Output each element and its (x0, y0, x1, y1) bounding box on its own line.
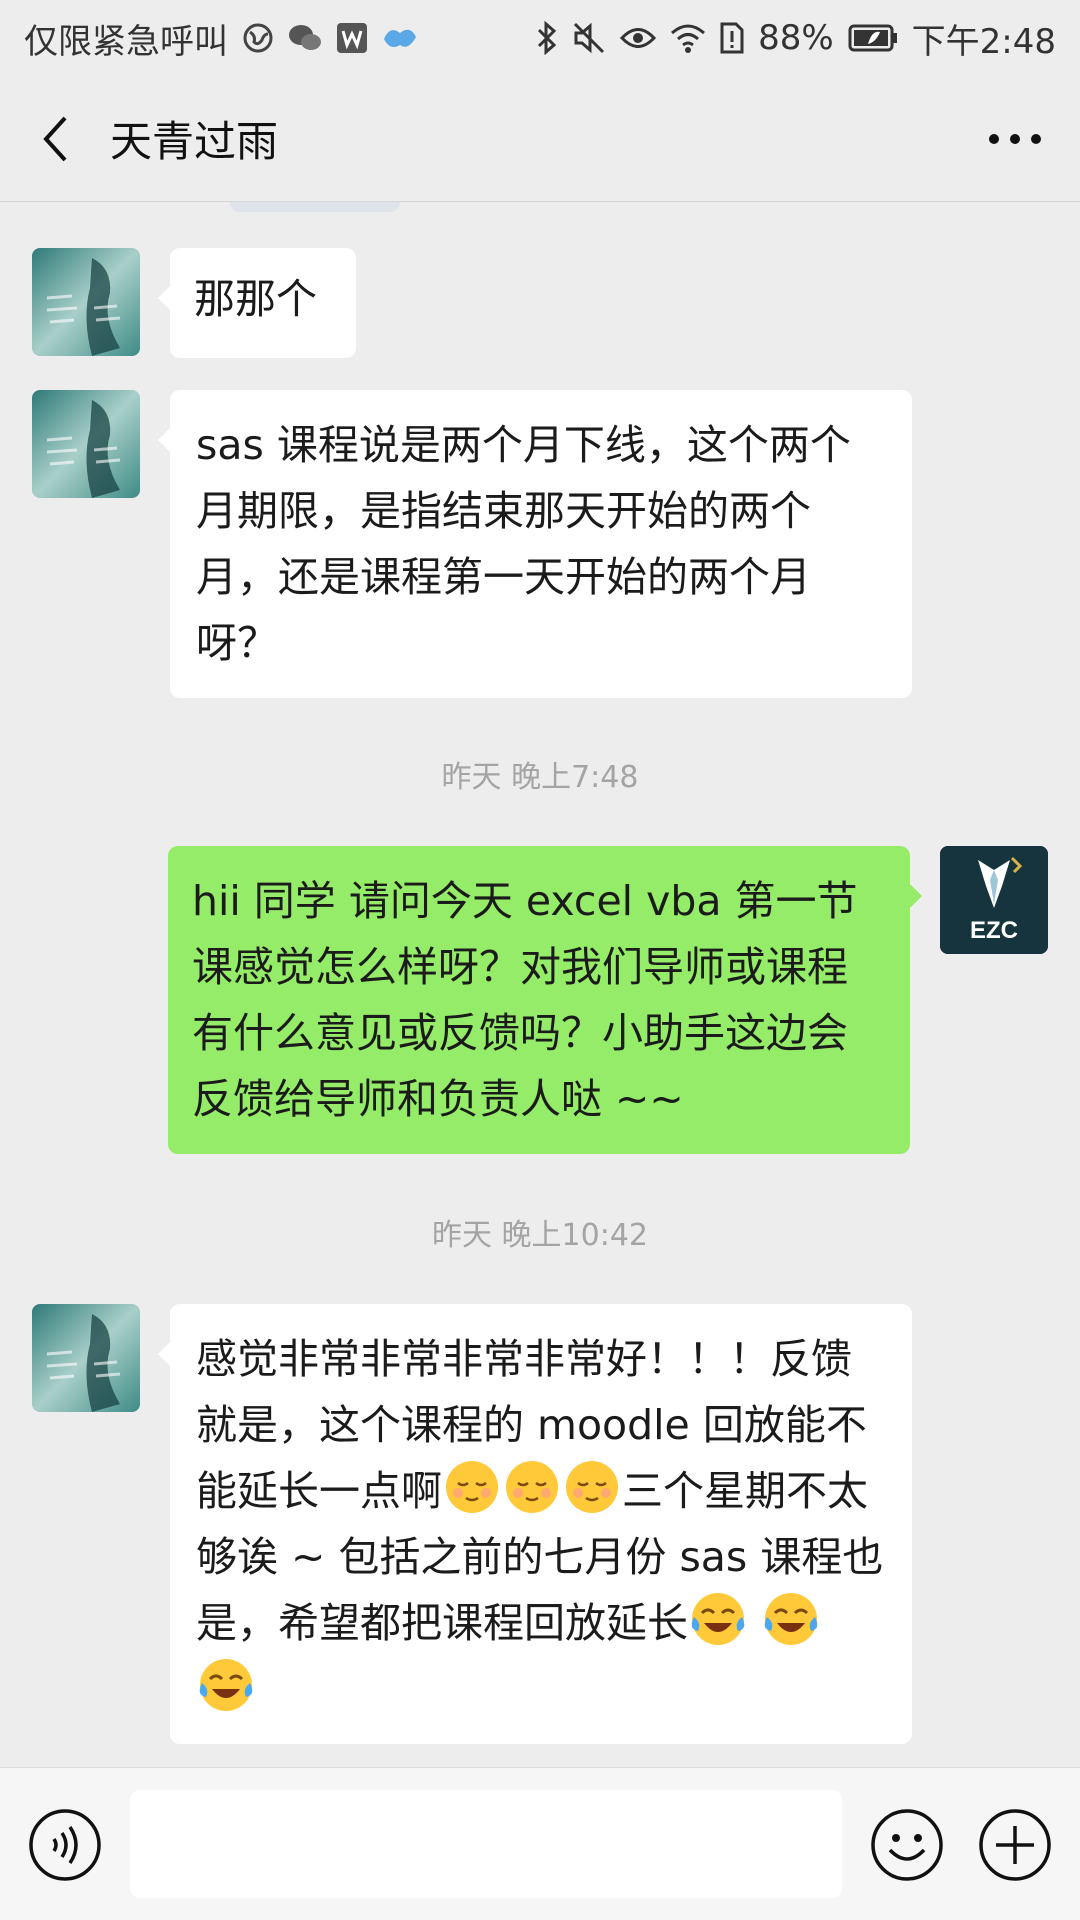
globe-icon (242, 22, 274, 54)
message-input[interactable] (130, 1790, 842, 1898)
chat-messages[interactable]: 那那个 sas 课程说是两个月下线，这个两个月期限，是指结束那天开始的两个月，还… (0, 202, 1080, 1767)
message-text: sas 课程说是两个月下线，这个两个月期限，是指结束那天开始的两个月，还是课程第… (196, 421, 851, 667)
back-button[interactable] (0, 76, 110, 202)
message-bubble-received[interactable]: 那那个 (158, 248, 356, 358)
plus-icon (979, 1809, 1051, 1881)
voice-button[interactable] (28, 1808, 102, 1882)
smiley-icon (871, 1809, 943, 1881)
bird-app-icon (382, 23, 418, 53)
back-chevron-icon (43, 116, 67, 161)
timestamp: 昨天 晚上7:48 (441, 760, 639, 795)
ezc-avatar-label: EZC (970, 917, 1018, 944)
battery-percent: 88% (758, 18, 834, 58)
ezc-logo-icon: EZC (940, 846, 1048, 954)
chat-title: 天青过雨 (110, 117, 279, 166)
timestamp: 昨天 晚上10:42 (432, 1218, 648, 1253)
message-text: hii 同学 请问今天 excel vba 第一节课感觉怎么样呀？对我们导师或课… (192, 877, 858, 1123)
tears-of-joy-emoji-icon (199, 1659, 253, 1711)
chat-header: 天青过雨 (0, 76, 1080, 202)
contact-avatar[interactable] (32, 248, 140, 356)
wifi-icon (670, 23, 706, 53)
relieved-face-emoji-icon (446, 1461, 498, 1513)
wechat-icon (288, 23, 322, 53)
emoji-button[interactable] (870, 1808, 944, 1882)
tears-of-joy-emoji-icon (691, 1593, 745, 1645)
sim-alert-icon (720, 22, 744, 54)
carrier-text: 仅限紧急呼叫 (24, 21, 228, 62)
tears-of-joy-emoji-icon (764, 1593, 818, 1645)
message-bubble-sent[interactable]: hii 同学 请问今天 excel vba 第一节课感觉怎么样呀？对我们导师或课… (168, 846, 922, 1154)
eye-icon (620, 25, 657, 51)
bluetooth-icon (536, 21, 558, 55)
status-bar: 仅限紧急呼叫 88% 下午2:48 (0, 0, 1080, 76)
more-options-button[interactable] (980, 114, 1050, 164)
relieved-face-emoji-icon (566, 1461, 618, 1513)
more-dots-icon (989, 134, 1041, 144)
more-functions-button[interactable] (978, 1808, 1052, 1882)
contact-avatar[interactable] (32, 390, 140, 498)
previous-message-edge (230, 202, 400, 212)
mute-icon (572, 21, 606, 55)
status-right: 88% 下午2:48 (536, 14, 1056, 63)
input-bar (0, 1767, 1080, 1920)
status-left: 仅限紧急呼叫 (24, 14, 418, 63)
battery-icon (848, 24, 898, 52)
relieved-face-emoji-icon (506, 1461, 558, 1513)
contact-avatar[interactable] (32, 1304, 140, 1412)
message-bubble-received[interactable]: 感觉非常非常非常非常好！！！反馈就是，这个课程的 moodle 回放能不能延长一… (158, 1304, 912, 1744)
wps-icon (336, 22, 368, 54)
voice-icon (29, 1809, 101, 1881)
my-avatar[interactable]: EZC (940, 846, 1048, 954)
contact-avatar-image (32, 248, 140, 356)
clock-time: 下午2:48 (911, 21, 1056, 62)
contact-avatar-image (32, 1304, 140, 1412)
message-bubble-received[interactable]: sas 课程说是两个月下线，这个两个月期限，是指结束那天开始的两个月，还是课程第… (158, 390, 912, 698)
contact-avatar-image (32, 390, 140, 498)
message-text: 那那个 (194, 275, 317, 323)
